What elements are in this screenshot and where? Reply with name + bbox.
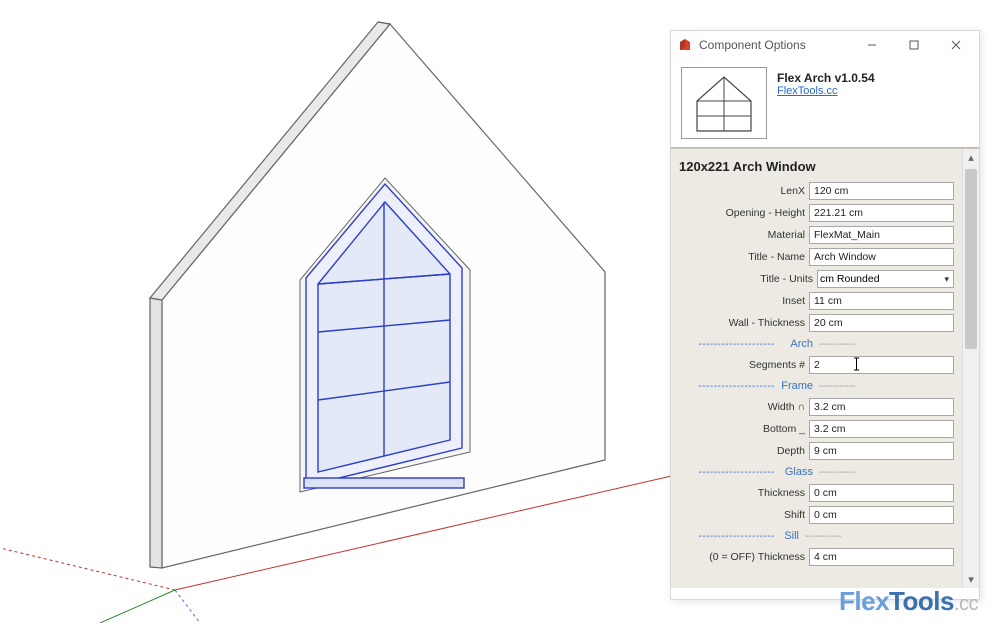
label-inset: Inset (677, 295, 809, 307)
label-lenx: LenX (677, 185, 809, 197)
properties-panel: 120x221 Arch Window LenX Opening - Heigh… (671, 148, 979, 588)
minimize-button[interactable] (851, 32, 893, 58)
label-glass-thickness: Thickness (677, 487, 809, 499)
close-button[interactable] (935, 32, 977, 58)
maximize-button[interactable] (893, 32, 935, 58)
component-thumbnail (681, 67, 767, 139)
label-sill-thickness: (0 = OFF) Thickness (677, 551, 809, 563)
select-title-units[interactable]: cm Rounded ▾ (817, 270, 954, 288)
input-glass-shift[interactable] (809, 506, 954, 524)
input-segments[interactable] (809, 356, 954, 374)
input-glass-thickness[interactable] (809, 484, 954, 502)
scroll-thumb[interactable] (965, 169, 977, 349)
section-sill: --------------------Sill----------- (677, 526, 954, 546)
component-header: Flex Arch v1.0.54 FlexTools.cc (671, 59, 979, 143)
label-frame-depth: Depth (677, 445, 809, 457)
input-lenx[interactable] (809, 182, 954, 200)
input-sill-thickness[interactable] (809, 548, 954, 566)
section-frame: --------------------Frame----------- (677, 376, 954, 396)
text-caret-icon (853, 357, 860, 371)
label-material: Material (677, 229, 809, 241)
label-frame-bottom: Bottom _ (677, 423, 809, 435)
label-glass-shift: Shift (677, 509, 809, 521)
label-segments: Segments # (677, 359, 809, 371)
sketchup-icon (677, 37, 693, 53)
section-arch: --------------------Arch----------- (677, 334, 954, 354)
component-options-dialog: Component Options Flex Arch v1.0.54 Flex… (670, 30, 980, 600)
component-name: Flex Arch v1.0.54 (777, 71, 875, 85)
section-glass: --------------------Glass----------- (677, 462, 954, 482)
scroll-up-icon[interactable]: ▴ (963, 149, 979, 166)
label-title-units: Title - Units (677, 273, 817, 285)
input-inset[interactable] (809, 292, 954, 310)
instance-title: 120x221 Arch Window (677, 155, 954, 180)
label-opening-height: Opening - Height (677, 207, 809, 219)
titlebar[interactable]: Component Options (671, 31, 979, 59)
input-frame-width[interactable] (809, 398, 954, 416)
window-title: Component Options (699, 38, 851, 52)
input-wall-thickness[interactable] (809, 314, 954, 332)
label-frame-width: Width ∩ (677, 401, 809, 413)
input-material[interactable] (809, 226, 954, 244)
input-frame-bottom[interactable] (809, 420, 954, 438)
label-wall-thickness: Wall - Thickness (677, 317, 809, 329)
scrollbar[interactable]: ▴ ▾ (962, 149, 979, 588)
chevron-down-icon: ▾ (944, 274, 951, 285)
flextools-watermark: FlexTools.cc (839, 586, 978, 617)
label-title-name: Title - Name (677, 251, 809, 263)
input-opening-height[interactable] (809, 204, 954, 222)
input-title-name[interactable] (809, 248, 954, 266)
input-frame-depth[interactable] (809, 442, 954, 460)
select-title-units-value: cm Rounded (820, 273, 880, 285)
flextools-link[interactable]: FlexTools.cc (777, 85, 838, 97)
